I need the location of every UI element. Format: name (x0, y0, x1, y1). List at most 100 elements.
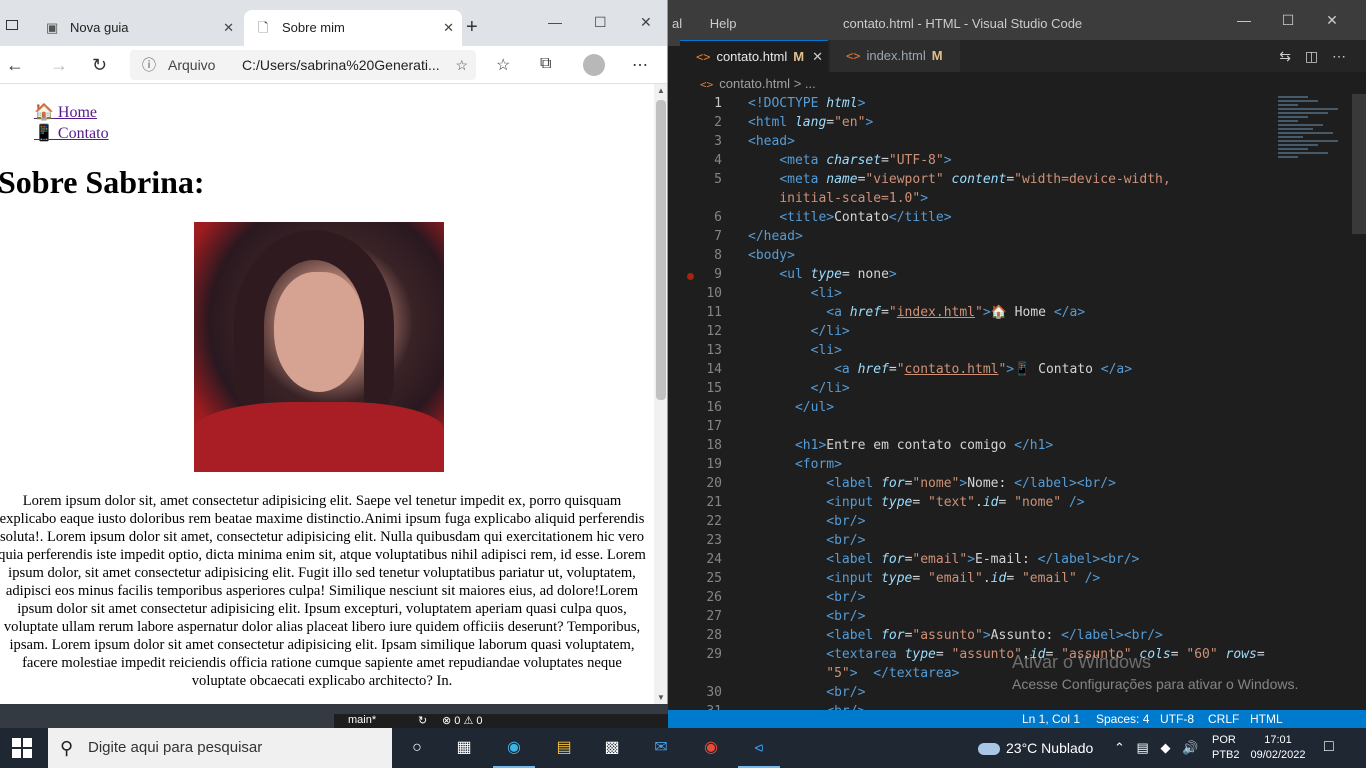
clock[interactable]: 17:01 09/02/2022 (1250, 733, 1306, 763)
more-actions-icon[interactable]: ⋯ (1332, 48, 1346, 64)
menu-item-partial[interactable]: al (672, 16, 682, 31)
store-icon[interactable]: ▩ (599, 736, 625, 760)
url-text[interactable]: C:/Users/sabrina%20Generati... (242, 50, 442, 80)
page-icon: ▣ (46, 20, 59, 35)
tab-label: Sobre mim (282, 20, 345, 35)
lang-line2: PTB2 (1212, 749, 1240, 761)
split-editor-icon[interactable]: ◫ (1305, 48, 1318, 64)
sync-icon[interactable]: ↻ (418, 714, 427, 727)
cursor-position[interactable]: Ln 1, Col 1 (1022, 712, 1080, 726)
tab-label: contato.html (716, 49, 788, 64)
windows-start-icon[interactable] (12, 738, 32, 758)
document-icon: 🗋 (258, 20, 269, 35)
minimize-icon[interactable]: — (548, 14, 562, 30)
vscode-window: al Help contato.html - HTML - Visual Stu… (668, 0, 1366, 728)
breadcrumb: <> contato.html > ... (700, 76, 816, 91)
cortana-icon[interactable]: ○ (404, 736, 430, 760)
maximize-icon[interactable]: ☐ (1278, 12, 1298, 32)
mail-icon[interactable]: ✉ (648, 736, 674, 760)
chevron-up-icon[interactable]: ⌃ (1114, 740, 1125, 755)
back-icon[interactable]: ← (6, 55, 24, 76)
html-file-icon: <> (700, 78, 714, 91)
html-file-icon: <> (696, 50, 711, 64)
browser-toolbar: ← → ↻ ⓘ Arquivo C:/Users/sabrina%20Gener… (0, 46, 667, 84)
tab-contato-html[interactable]: <> contato.html M ✕ (680, 40, 828, 72)
editor-scrollbar[interactable] (1352, 94, 1366, 234)
encoding-status[interactable]: UTF-8 (1160, 712, 1194, 726)
info-icon[interactable]: ⓘ (142, 50, 156, 80)
tab-index-html[interactable]: <> index.html M (830, 40, 960, 72)
forward-icon[interactable]: → (50, 55, 68, 76)
vscode-menu: al Help (668, 16, 737, 31)
chrome-icon[interactable]: ◉ (698, 736, 724, 760)
editor-tabs: <> contato.html M ✕ <> index.html M (680, 40, 1366, 72)
minimap[interactable] (1278, 94, 1358, 204)
scroll-up-icon[interactable]: ▲ (657, 86, 665, 95)
taskbar-search[interactable]: ⚲ Digite aqui para pesquisar (48, 728, 392, 768)
window-title: contato.html - HTML - Visual Studio Code (843, 16, 1083, 31)
taskbar: ⚲ Digite aqui para pesquisar ○ ▦ ◉ ▤ ▩ ✉… (0, 728, 1366, 768)
tab-nova-guia[interactable]: ▣ Nova guia ✕ (34, 10, 242, 46)
time: 17:01 (1264, 734, 1292, 746)
address-bar[interactable]: ⓘ Arquivo C:/Users/sabrina%20Generati...… (130, 50, 476, 80)
notifications-icon[interactable]: □ (1324, 738, 1334, 756)
compare-changes-icon[interactable]: ⇆ (1279, 48, 1291, 64)
new-tab-icon[interactable]: + (466, 16, 478, 39)
close-tab-icon[interactable]: ✕ (223, 10, 234, 46)
collections-icon[interactable]: ⧉ (540, 55, 551, 73)
network-icon[interactable]: ▤ (1137, 740, 1149, 755)
maximize-icon[interactable]: ☐ (594, 14, 607, 31)
indentation-status[interactable]: Spaces: 4 (1096, 712, 1149, 726)
volume-icon[interactable]: 🔊 (1182, 740, 1198, 755)
close-icon[interactable]: ✕ (640, 14, 652, 31)
weather-text: 23°C Nublado (1006, 740, 1094, 756)
problems-status[interactable]: ⊗ 0 ⚠ 0 (442, 714, 482, 727)
breadcrumb-sep: > ... (793, 76, 816, 91)
eol-status[interactable]: CRLF (1208, 712, 1239, 726)
code-editor[interactable]: 1 <!DOCTYPE html> 2 <html lang="en"> 3 <hea… (680, 94, 1366, 719)
close-icon[interactable]: ✕ (1322, 12, 1342, 32)
file-explorer-icon[interactable]: ▤ (551, 736, 577, 760)
phone-icon: 📱 (34, 125, 54, 142)
status-bar-left: main* ↻ ⊗ 0 ⚠ 0 (334, 714, 668, 728)
activation-watermark-subtitle: Acesse Configurações para ativar o Windo… (1012, 676, 1299, 692)
favorites-icon[interactable]: ☆ (496, 55, 510, 75)
edge-icon[interactable]: ◉ (493, 736, 535, 768)
html-file-icon: <> (846, 49, 861, 63)
scroll-down-icon[interactable]: ▼ (657, 693, 665, 702)
tab-label: index.html (866, 48, 926, 63)
nav-label: Home (53, 104, 98, 121)
task-view-icon[interactable]: ▦ (451, 736, 477, 760)
tab-actions-icon[interactable] (6, 20, 18, 30)
profile-avatar[interactable] (583, 54, 605, 76)
breadcrumb-file[interactable]: contato.html (719, 76, 790, 91)
add-favorite-icon[interactable]: ☆ (455, 50, 468, 80)
branch-label[interactable]: main* (348, 714, 376, 726)
more-icon[interactable]: ⋯ (632, 55, 648, 75)
menu-item-help[interactable]: Help (710, 16, 737, 31)
language-status[interactable]: HTML (1250, 712, 1283, 726)
close-tab-icon[interactable]: ✕ (443, 10, 454, 46)
nav-label: Contato (53, 125, 109, 142)
refresh-icon[interactable]: ↻ (92, 55, 107, 76)
scroll-thumb[interactable] (656, 100, 666, 400)
minimize-icon[interactable]: — (1234, 12, 1254, 32)
browser-window: ▣ Nova guia ✕ 🗋 Sobre mim ✕ + — ☐ ✕ ← → ↻ … (0, 0, 668, 704)
security-label: Arquivo (168, 57, 216, 73)
vscode-icon[interactable]: ⪦ (738, 736, 780, 768)
wifi-icon[interactable]: ◆ (1160, 740, 1170, 755)
modified-badge: M (931, 48, 943, 63)
close-tab-icon[interactable]: ✕ (812, 49, 823, 64)
desktop: al Help contato.html - HTML - Visual Stu… (0, 0, 1366, 768)
tab-label: Nova guia (70, 20, 129, 35)
nav-link-home[interactable]: 🏠 Home (34, 102, 109, 123)
tab-sobre-mim[interactable]: 🗋 Sobre mim ✕ (244, 10, 462, 46)
weather-widget[interactable]: 23°C Nublado (978, 728, 1093, 768)
activation-watermark-title: Ativar o Windows (1012, 652, 1152, 672)
house-icon: 🏠 (34, 104, 54, 121)
page-nav: 🏠 Home 📱 Contato (34, 102, 109, 144)
nav-link-contato[interactable]: 📱 Contato (34, 123, 109, 144)
search-icon: ⚲ (60, 738, 74, 758)
page-scrollbar[interactable]: ▲ ▼ (654, 84, 667, 704)
language-indicator[interactable]: POR PTB2 (1212, 733, 1240, 763)
